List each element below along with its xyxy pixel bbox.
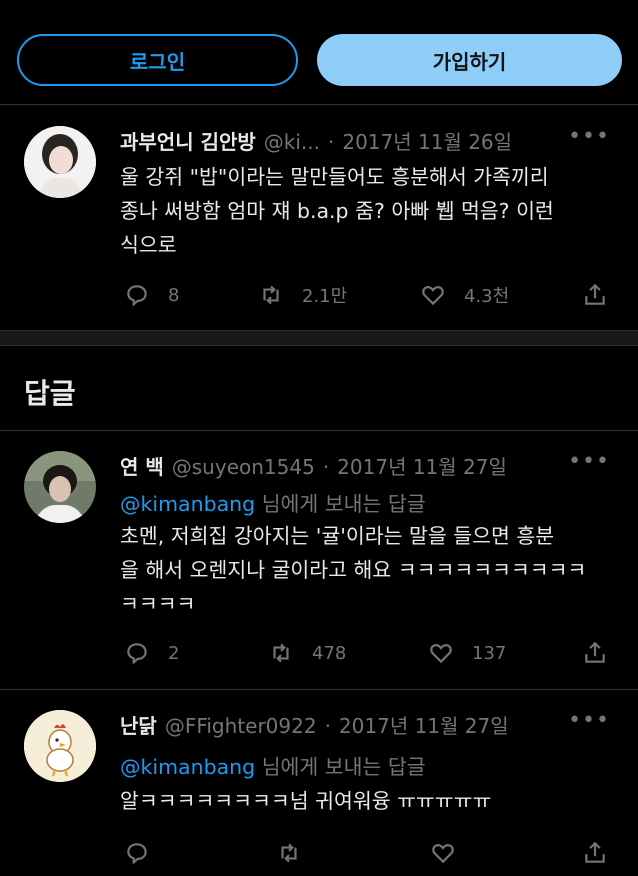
retweet-action[interactable]: 478 [268, 640, 346, 666]
reply-tweet[interactable]: 난닭 @FFighter0922 · 2017년 11월 27일 ••• @ki… [0, 690, 638, 876]
reply-action[interactable]: 8 [124, 282, 179, 308]
avatar[interactable] [24, 710, 96, 782]
retweet-action[interactable] [276, 840, 320, 866]
like-count: 4.3천 [464, 286, 510, 307]
reply-icon [127, 643, 147, 665]
like-count: 137 [472, 642, 507, 664]
reply-action[interactable] [124, 840, 168, 866]
like-action[interactable]: 137 [428, 640, 506, 666]
replying-to: @kimanbang 님에게 보내는 답글 [120, 750, 426, 780]
separator-dot: · [327, 130, 335, 154]
tweet-actions [0, 840, 638, 870]
mention-link[interactable]: @kimanbang [120, 492, 255, 516]
tweet-header: 난닭 @FFighter0922 · 2017년 11월 27일 [120, 710, 509, 739]
reply-count: 8 [168, 284, 180, 306]
replying-to-label: 님에게 보내는 답글 [255, 492, 426, 516]
signup-button[interactable]: 가입하기 [317, 34, 622, 86]
more-options-icon[interactable]: ••• [568, 708, 610, 733]
user-handle[interactable]: @suyeon1545 [172, 455, 315, 479]
more-options-icon[interactable]: ••• [568, 449, 610, 474]
separator-dot: · [322, 455, 330, 479]
more-options-icon[interactable]: ••• [568, 124, 610, 149]
retweet-count: 478 [312, 642, 347, 664]
tweet-header: 연 백 @suyeon1545 · 2017년 11월 27일 [120, 451, 507, 480]
user-handle[interactable]: @FFighter0922 [165, 714, 317, 738]
retweet-icon [281, 843, 297, 863]
top-bar: 로그인 가입하기 [0, 0, 638, 105]
mention-link[interactable]: @kimanbang [120, 755, 255, 779]
like-action[interactable] [430, 840, 474, 866]
share-action[interactable] [582, 640, 626, 666]
share-action[interactable] [582, 282, 626, 308]
avatar-photo-icon [24, 451, 96, 523]
tweet-text: 알ㅋㅋㅋㅋㅋㅋㅋㅋ넘 귀여워융 ㅠㅠㅠㅠㅠ [120, 789, 492, 813]
tweet-date[interactable]: 2017년 11월 27일 [337, 451, 507, 480]
avatar-photo-icon [24, 126, 96, 198]
share-icon [585, 641, 605, 663]
retweet-icon [263, 285, 279, 305]
like-action[interactable]: 4.3천 [420, 282, 509, 308]
login-button[interactable]: 로그인 [17, 34, 298, 86]
tweet-actions: 8 2.1만 4.3천 [0, 282, 638, 312]
display-name[interactable]: 과부언니 김안방 [120, 126, 256, 155]
chicken-avatar-icon [24, 710, 96, 782]
main-tweet[interactable]: 과부언니 김안방 @ki... · 2017년 11월 26일 ••• 울 강쥐… [0, 104, 638, 330]
reply-icon [127, 843, 147, 865]
reply-tweet[interactable]: 연 백 @suyeon1545 · 2017년 11월 27일 ••• @kim… [0, 431, 638, 689]
tweet-date[interactable]: 2017년 11월 26일 [342, 126, 512, 155]
reply-icon [127, 285, 147, 307]
heart-icon [430, 644, 452, 664]
user-handle[interactable]: @ki... [264, 130, 320, 154]
heart-icon [422, 286, 444, 306]
separator-dot: · [324, 714, 331, 738]
heart-icon [432, 844, 454, 864]
display-name[interactable]: 난닭 [120, 710, 157, 739]
tweet-date[interactable]: 2017년 11월 27일 [339, 710, 509, 739]
avatar[interactable] [24, 126, 96, 198]
reply-count: 2 [168, 642, 180, 664]
tweet-text: 초멘, 저희집 강아지는 '귤'이라는 말을 들으면 흥분 을 해서 오렌지나 … [120, 524, 587, 616]
tweet-header: 과부언니 김안방 @ki... · 2017년 11월 26일 [120, 126, 512, 155]
section-divider [0, 330, 638, 346]
retweet-action[interactable]: 2.1만 [258, 282, 347, 308]
share-icon [585, 283, 605, 305]
retweet-icon [273, 643, 289, 663]
replying-to: @kimanbang 님에게 보내는 답글 [120, 487, 426, 517]
display-name[interactable]: 연 백 [120, 451, 164, 480]
tweet-actions: 2 478 137 [0, 640, 638, 670]
avatar[interactable] [24, 451, 96, 523]
share-icon [585, 841, 605, 863]
reply-action[interactable]: 2 [124, 640, 179, 666]
retweet-count: 2.1만 [302, 286, 348, 307]
tweet-text: 울 강쥐 "밥"이라는 말만들어도 흥분해서 가족끼리 종나 써방함 엄마 쟤 … [120, 165, 554, 257]
replying-to-label: 님에게 보내는 답글 [255, 755, 426, 779]
share-action[interactable] [582, 840, 626, 866]
replies-heading: 답글 [24, 377, 76, 410]
